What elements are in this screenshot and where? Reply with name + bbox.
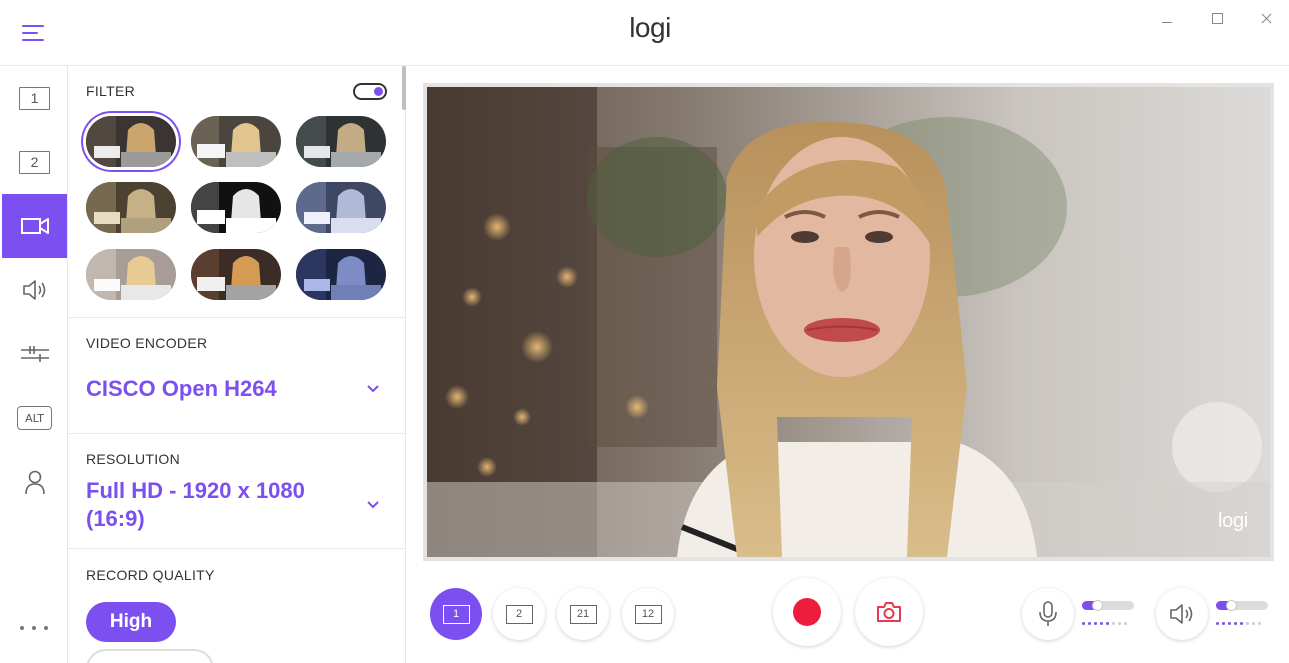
layout-second-button[interactable]: 2	[493, 588, 545, 640]
scene-1-icon: 1	[19, 86, 50, 110]
filter-thumb-sepia[interactable]	[86, 182, 176, 233]
nav-item-alt[interactable]: ALT	[2, 386, 67, 450]
layout-single-button[interactable]: 1	[430, 588, 482, 640]
layout-pip-left-button[interactable]: 12	[622, 588, 674, 640]
scene-2-icon: 2	[19, 150, 50, 174]
quality-high-button[interactable]: High	[86, 602, 176, 642]
minimize-button[interactable]	[1152, 6, 1182, 32]
title-bar: logi	[0, 0, 1289, 66]
divider	[68, 433, 405, 434]
nav-item-scene-2[interactable]: 2	[2, 130, 67, 194]
camera-feed-image	[427, 87, 1270, 557]
camera-snapshot-icon	[877, 602, 901, 622]
preview-watermark-logo: logi	[1218, 510, 1248, 532]
speaker-volume-slider[interactable]	[1216, 600, 1268, 611]
nav-item-scene-1[interactable]: 1	[2, 66, 67, 130]
speaker-volume-icon	[1170, 604, 1193, 624]
divider	[68, 548, 405, 549]
filter-thumb-blue-tint[interactable]	[296, 182, 386, 233]
close-button[interactable]	[1251, 6, 1281, 32]
camera-preview	[427, 87, 1270, 557]
nav-item-camera[interactable]	[2, 194, 67, 258]
layout-2-icon: 2	[505, 604, 533, 624]
filter-thumb-normal[interactable]	[86, 116, 176, 167]
microphone-button[interactable]	[1022, 588, 1074, 640]
speaker-icon	[22, 280, 45, 300]
microphone-icon	[1039, 601, 1057, 626]
quality-option-button[interactable]	[86, 649, 214, 663]
resolution-title: RESOLUTION	[86, 451, 181, 467]
sliders-icon	[20, 346, 49, 362]
video-encoder-title: VIDEO ENCODER	[86, 335, 208, 351]
nav-item-account[interactable]	[2, 450, 67, 514]
divider	[68, 317, 405, 318]
nav-item-audio[interactable]	[2, 258, 67, 322]
resolution-select[interactable]: Full HD - 1920 x 1080 (16:9)	[86, 477, 386, 533]
user-icon	[24, 470, 45, 495]
filter-thumb-bright[interactable]	[86, 249, 176, 300]
layout-pip-21-icon: 21	[569, 604, 597, 624]
maximize-button[interactable]	[1202, 6, 1232, 32]
filter-thumb-high-contrast-mono[interactable]	[191, 182, 281, 233]
slider-thumb[interactable]	[1225, 600, 1237, 611]
chevron-down-icon	[367, 501, 379, 509]
app-logo: logi	[629, 12, 671, 43]
filter-thumb-night-blue[interactable]	[296, 249, 386, 300]
alt-icon: ALT	[17, 406, 52, 430]
toggle-knob	[374, 87, 383, 96]
filter-thumb-warm[interactable]	[191, 116, 281, 167]
menu-icon[interactable]	[22, 22, 48, 44]
record-button[interactable]	[773, 578, 841, 646]
nav-item-adjustments[interactable]	[2, 322, 67, 386]
microphone-volume-slider[interactable]	[1082, 600, 1134, 611]
speaker-level-meter	[1216, 622, 1261, 625]
video-encoder-select[interactable]: CISCO Open H264	[86, 375, 386, 403]
left-nav: 1 2 ALT	[0, 66, 68, 663]
snapshot-button[interactable]	[855, 578, 923, 646]
resolution-value: Full HD - 1920 x 1080 (16:9)	[86, 478, 305, 531]
speaker-button[interactable]	[1156, 588, 1208, 640]
slider-thumb[interactable]	[1091, 600, 1103, 611]
more-icon[interactable]	[20, 618, 48, 638]
filter-thumb-vivid[interactable]	[191, 249, 281, 300]
filter-thumb-cool[interactable]	[296, 116, 386, 167]
layout-pip-12-icon: 12	[634, 604, 662, 624]
settings-panel: FILTER VIDEO ENCODER CISCO Open H264 RES…	[68, 66, 406, 663]
microphone-level-meter	[1082, 622, 1127, 625]
layout-1-icon: 1	[442, 604, 470, 624]
panel-scrollbar[interactable]	[402, 66, 406, 110]
filter-toggle[interactable]	[353, 83, 387, 100]
record-icon	[793, 598, 821, 626]
filter-title: FILTER	[86, 83, 135, 99]
video-camera-icon	[20, 218, 49, 234]
video-encoder-value: CISCO Open H264	[86, 376, 277, 401]
chevron-down-icon	[367, 385, 379, 393]
record-quality-title: RECORD QUALITY	[86, 567, 215, 583]
layout-pip-right-button[interactable]: 21	[557, 588, 609, 640]
